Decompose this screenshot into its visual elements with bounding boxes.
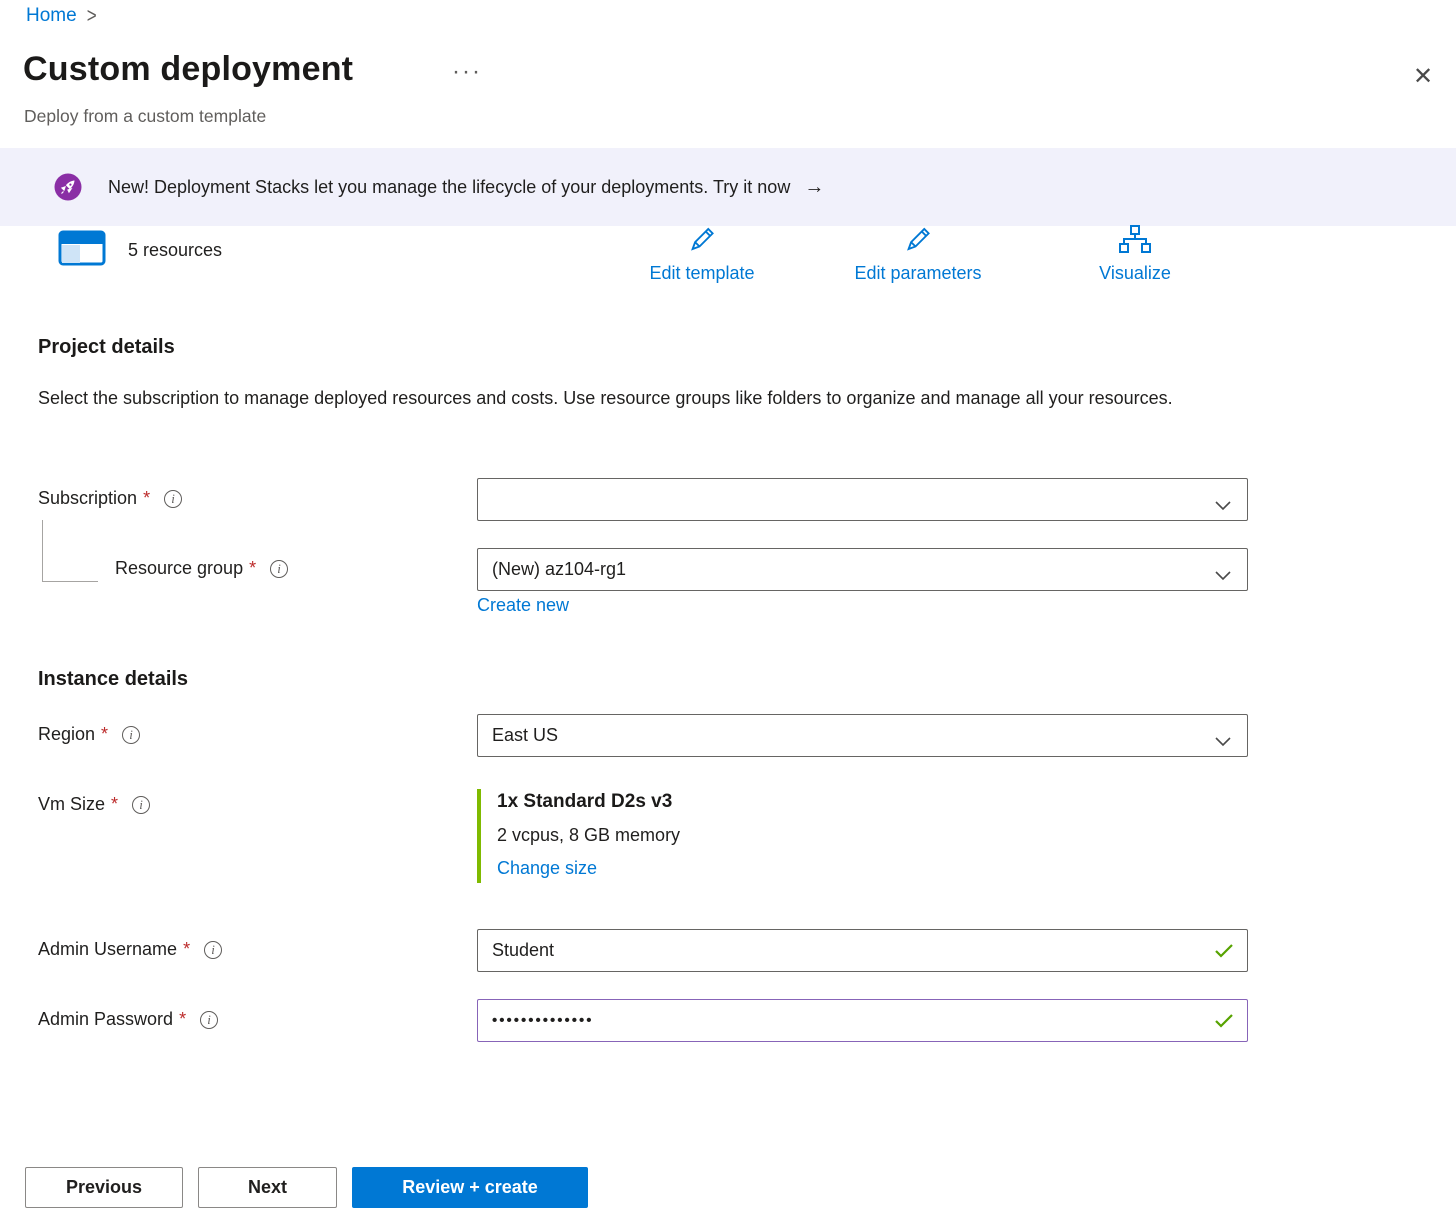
valid-check-icon (1214, 943, 1234, 964)
subscription-label: Subscription (38, 488, 137, 509)
info-icon[interactable] (270, 560, 288, 578)
breadcrumb-home-link[interactable]: Home (26, 5, 77, 27)
required-asterisk: * (179, 1009, 186, 1030)
admin-password-label-row: Admin Password * (38, 1009, 218, 1030)
page-title: Custom deployment (23, 50, 353, 89)
info-icon[interactable] (200, 1011, 218, 1029)
visualize-icon (1118, 224, 1152, 259)
required-asterisk: * (143, 488, 150, 509)
breadcrumb: Home > (26, 5, 97, 27)
edit-parameters-button[interactable]: Edit parameters (830, 224, 1006, 284)
banner-message: New! Deployment Stacks let you manage th… (108, 177, 790, 198)
admin-password-input[interactable] (477, 999, 1248, 1042)
resource-group-label: Resource group (115, 558, 243, 579)
banner-arrow-icon: → (804, 176, 824, 199)
change-size-link[interactable]: Change size (497, 858, 597, 879)
pencil-icon (686, 224, 718, 259)
visualize-label: Visualize (1099, 263, 1171, 284)
deployment-stacks-banner[interactable]: New! Deployment Stacks let you manage th… (0, 148, 1456, 226)
project-details-description: Select the subscription to manage deploy… (38, 382, 1188, 414)
template-resource-summary: 5 resources (58, 230, 222, 271)
region-label-row: Region * (38, 724, 140, 745)
breadcrumb-chevron-icon: > (87, 4, 97, 29)
info-icon[interactable] (164, 490, 182, 508)
admin-password-field-wrap (477, 999, 1248, 1042)
info-icon[interactable] (132, 796, 150, 814)
template-icon (58, 230, 106, 271)
page-subtitle: Deploy from a custom template (24, 106, 266, 127)
rocket-icon (54, 173, 82, 201)
region-label: Region (38, 724, 95, 745)
admin-password-label: Admin Password (38, 1009, 173, 1030)
required-asterisk: * (101, 724, 108, 745)
project-details-heading: Project details (38, 336, 175, 359)
edit-template-label: Edit template (649, 263, 754, 284)
admin-username-label-row: Admin Username * (38, 939, 222, 960)
vm-size-label: Vm Size (38, 794, 105, 815)
admin-username-input[interactable] (477, 929, 1248, 972)
visualize-button[interactable]: Visualize (1070, 224, 1200, 284)
create-new-link[interactable]: Create new (477, 595, 569, 616)
vm-size-specs: 2 vcpus, 8 GB memory (497, 825, 1248, 846)
pencil-icon (902, 224, 934, 259)
close-icon[interactable]: ✕ (1406, 60, 1440, 94)
valid-check-icon (1214, 1013, 1234, 1034)
subscription-resource-group-connector (42, 520, 98, 582)
vm-size-value: 1x Standard D2s v3 (497, 791, 1248, 813)
subscription-dropdown[interactable] (477, 478, 1248, 521)
vm-size-label-row: Vm Size * (38, 794, 150, 815)
instance-details-heading: Instance details (38, 668, 188, 691)
chevron-down-icon (1215, 495, 1231, 516)
previous-button[interactable]: Previous (25, 1167, 183, 1208)
vm-size-summary: 1x Standard D2s v3 2 vcpus, 8 GB memory … (477, 789, 1248, 883)
edit-template-button[interactable]: Edit template (620, 224, 784, 284)
admin-username-label: Admin Username (38, 939, 177, 960)
admin-username-field-wrap (477, 929, 1248, 972)
region-dropdown[interactable]: East US (477, 714, 1248, 757)
required-asterisk: * (111, 794, 118, 815)
resource-group-label-row: Resource group * (115, 558, 288, 579)
chevron-down-icon (1215, 731, 1231, 752)
more-options-button[interactable]: ··· (452, 58, 482, 86)
resource-group-dropdown[interactable]: (New) az104-rg1 (477, 548, 1248, 591)
chevron-down-icon (1215, 565, 1231, 586)
review-create-button[interactable]: Review + create (352, 1167, 588, 1208)
info-icon[interactable] (204, 941, 222, 959)
region-value: East US (492, 725, 558, 746)
required-asterisk: * (249, 558, 256, 579)
resource-group-value: (New) az104-rg1 (492, 559, 626, 580)
edit-parameters-label: Edit parameters (854, 263, 981, 284)
info-icon[interactable] (122, 726, 140, 744)
next-button[interactable]: Next (198, 1167, 337, 1208)
resource-count: 5 resources (128, 240, 222, 261)
required-asterisk: * (183, 939, 190, 960)
subscription-label-row: Subscription * (38, 488, 182, 509)
